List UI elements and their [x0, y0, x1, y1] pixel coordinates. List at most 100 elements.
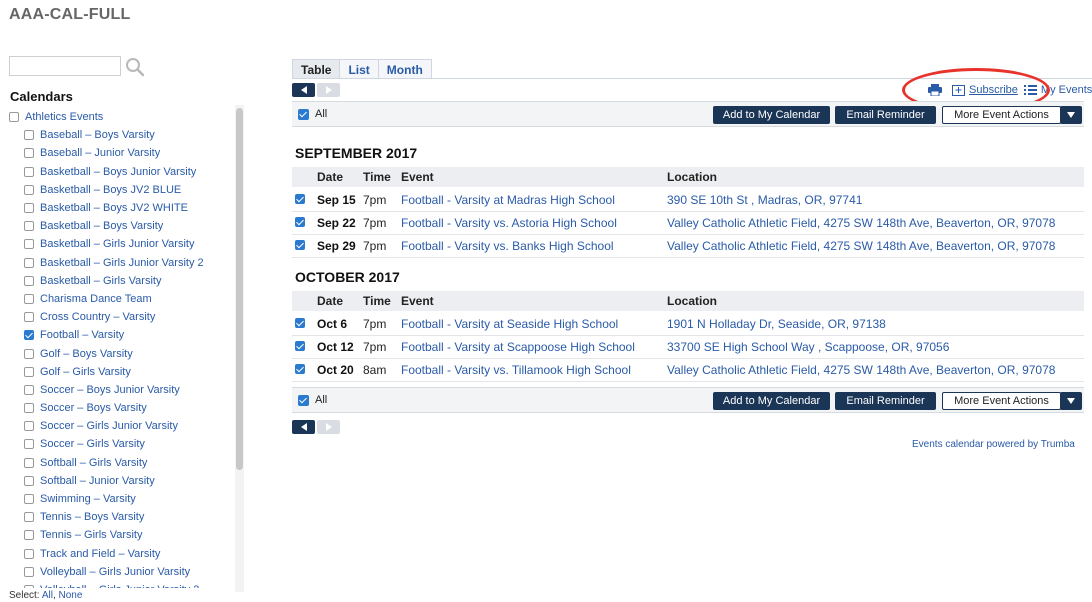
calendar-item-label[interactable]: Basketball – Boys Varsity	[40, 220, 163, 232]
calendar-item[interactable]: Soccer – Boys Junior Varsity	[9, 381, 231, 399]
calendar-item[interactable]: Basketball – Girls Varsity	[9, 272, 231, 290]
calendar-checkbox[interactable]	[24, 421, 34, 432]
select-all-link[interactable]: All	[42, 590, 53, 601]
event-event[interactable]: Football - Varsity vs. Astoria High Scho…	[401, 216, 617, 230]
event-checkbox[interactable]	[295, 240, 305, 250]
calendar-item[interactable]: Basketball – Boys JV2 BLUE	[9, 181, 231, 199]
calendar-item[interactable]: Basketball – Girls Junior Varsity	[9, 235, 231, 253]
calendar-item-label[interactable]: Basketball – Boys Junior Varsity	[40, 166, 196, 178]
check-all-checkbox[interactable]	[298, 108, 309, 120]
calendar-item-label[interactable]: Volleyball – Girls Junior Varsity 2	[40, 584, 199, 588]
select-all-events[interactable]: All	[298, 108, 327, 120]
event-location[interactable]: Valley Catholic Athletic Field, 4275 SW …	[667, 216, 1055, 230]
calendar-item-label[interactable]: Softball – Girls Varsity	[40, 457, 147, 469]
calendar-item[interactable]: Baseball – Junior Varsity	[9, 144, 231, 162]
event-event[interactable]: Football - Varsity vs. Tillamook High Sc…	[401, 363, 631, 377]
calendar-checkbox[interactable]	[24, 366, 34, 377]
column-header-location[interactable]: Location	[667, 170, 717, 184]
calendar-item-label[interactable]: Soccer – Boys Junior Varsity	[40, 384, 180, 396]
column-header-location[interactable]: Location	[667, 294, 717, 308]
event-checkbox[interactable]	[295, 194, 305, 204]
calendar-checkbox[interactable]	[24, 293, 34, 304]
calendar-item[interactable]: Soccer – Girls Varsity	[9, 435, 231, 453]
calendar-item-label[interactable]: Baseball – Junior Varsity	[40, 147, 160, 159]
calendar-item[interactable]: Volleyball – Girls Junior Varsity 2	[9, 581, 231, 588]
add-to-calendar-button-bottom[interactable]: Add to My Calendar	[713, 392, 830, 410]
calendar-checkbox[interactable]	[24, 184, 34, 195]
next-button-bottom[interactable]	[317, 420, 340, 434]
calendar-item[interactable]: Soccer – Girls Junior Varsity	[9, 417, 231, 435]
prev-button[interactable]	[292, 83, 315, 97]
event-event[interactable]: Football - Varsity at Seaside High Schoo…	[401, 317, 618, 331]
calendar-item[interactable]: Swimming – Varsity	[9, 490, 231, 508]
email-reminder-button[interactable]: Email Reminder	[835, 106, 936, 124]
calendar-item[interactable]: Cross Country – Varsity	[9, 308, 231, 326]
calendar-checkbox[interactable]	[24, 494, 34, 505]
event-event[interactable]: Football - Varsity vs. Banks High School	[401, 239, 614, 253]
calendar-item[interactable]: Soccer – Boys Varsity	[9, 399, 231, 417]
calendar-checkbox[interactable]	[24, 312, 34, 323]
event-event[interactable]: Football - Varsity at Madras High School	[401, 193, 615, 207]
event-location[interactable]: 33700 SE High School Way , Scappoose, OR…	[667, 340, 949, 354]
column-header-event[interactable]: Event	[401, 170, 434, 184]
event-checkbox[interactable]	[295, 217, 305, 227]
more-actions-dropdown[interactable]	[1060, 106, 1082, 124]
more-actions-button[interactable]: More Event Actions	[942, 106, 1061, 124]
calendar-item-label[interactable]: Basketball – Girls Varsity	[40, 275, 161, 287]
calendar-checkbox[interactable]	[24, 475, 34, 486]
calendar-checkbox[interactable]	[24, 130, 34, 141]
select-all-events-bottom[interactable]: All	[298, 394, 327, 406]
calendar-item[interactable]: Basketball – Boys Varsity	[9, 217, 231, 235]
calendar-item[interactable]: Basketball – Boys JV2 WHITE	[9, 199, 231, 217]
calendar-checkbox[interactable]	[24, 548, 34, 559]
calendar-item[interactable]: Softball – Girls Varsity	[9, 454, 231, 472]
event-checkbox[interactable]	[295, 364, 305, 374]
calendar-item-label[interactable]: Track and Field – Varsity	[40, 548, 160, 560]
calendar-item-label[interactable]: Golf – Boys Varsity	[40, 348, 133, 360]
calendar-checkbox[interactable]	[24, 457, 34, 468]
calendar-checkbox[interactable]	[24, 148, 34, 159]
more-actions-dropdown-bottom[interactable]	[1060, 392, 1082, 410]
event-location[interactable]: Valley Catholic Athletic Field, 4275 SW …	[667, 363, 1055, 377]
column-header-date[interactable]: Date	[317, 170, 343, 184]
tab-list[interactable]: List	[339, 59, 379, 79]
calendar-item-label[interactable]: Basketball – Boys JV2 BLUE	[40, 184, 181, 196]
column-header-time[interactable]: Time	[363, 170, 391, 184]
check-all-checkbox-bottom[interactable]	[298, 394, 309, 406]
calendar-checkbox[interactable]	[24, 403, 34, 414]
tab-month[interactable]: Month	[377, 59, 432, 79]
calendar-item-label[interactable]: Basketball – Girls Junior Varsity	[40, 238, 194, 250]
calendar-item-label[interactable]: Cross Country – Varsity	[40, 311, 155, 323]
search-input[interactable]	[9, 56, 121, 76]
calendar-item-label[interactable]: Baseball – Boys Varsity	[40, 129, 155, 141]
calendar-checkbox[interactable]	[24, 257, 34, 268]
add-to-calendar-button[interactable]: Add to My Calendar	[713, 106, 830, 124]
calendar-checkbox[interactable]	[24, 530, 34, 541]
prev-button-bottom[interactable]	[292, 420, 315, 434]
calendar-checkbox[interactable]	[24, 512, 34, 523]
calendar-item[interactable]: Track and Field – Varsity	[9, 545, 231, 563]
event-location[interactable]: Valley Catholic Athletic Field, 4275 SW …	[667, 239, 1055, 253]
calendar-item[interactable]: Volleyball – Girls Junior Varsity	[9, 563, 231, 581]
calendar-checkbox[interactable]	[24, 330, 34, 341]
calendar-item[interactable]: Football – Varsity	[9, 326, 231, 344]
sidebar-scrollbar-thumb[interactable]	[236, 108, 243, 470]
column-header-event[interactable]: Event	[401, 294, 434, 308]
calendar-checkbox[interactable]	[24, 221, 34, 232]
calendar-item-label[interactable]: Football – Varsity	[40, 329, 124, 341]
event-event[interactable]: Football - Varsity at Scappoose High Sch…	[401, 340, 635, 354]
calendar-item-label[interactable]: Golf – Girls Varsity	[40, 366, 131, 378]
calendar-checkbox[interactable]	[24, 275, 34, 286]
calendar-item-label[interactable]: Softball – Junior Varsity	[40, 475, 155, 487]
calendar-checkbox[interactable]	[24, 348, 34, 359]
calendar-checkbox[interactable]	[24, 439, 34, 450]
calendar-item-label[interactable]: Soccer – Boys Varsity	[40, 402, 147, 414]
calendar-item[interactable]: Golf – Boys Varsity	[9, 344, 231, 362]
calendar-checkbox[interactable]	[24, 584, 34, 588]
email-reminder-button-bottom[interactable]: Email Reminder	[835, 392, 936, 410]
calendar-checkbox[interactable]	[24, 166, 34, 177]
event-checkbox[interactable]	[295, 341, 305, 351]
column-header-date[interactable]: Date	[317, 294, 343, 308]
more-actions-button-bottom[interactable]: More Event Actions	[942, 392, 1061, 410]
calendar-item[interactable]: Basketball – Girls Junior Varsity 2	[9, 254, 231, 272]
